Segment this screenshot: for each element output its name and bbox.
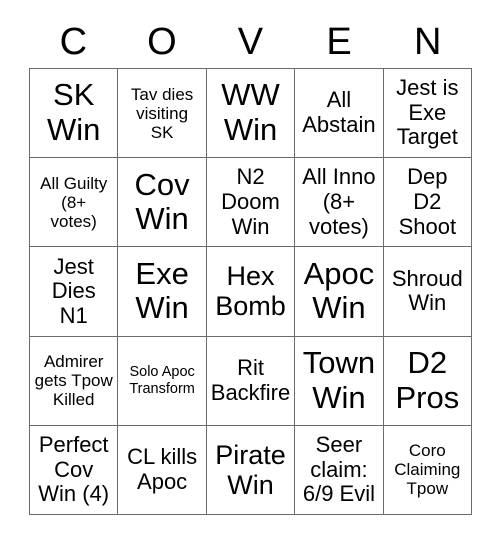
bingo-cell-r5c1[interactable]: Perfect Cov Win (4) (30, 425, 119, 515)
bingo-cell-r4c4[interactable]: Town Win (295, 336, 384, 426)
bingo-cell-r2c2[interactable]: Cov Win (118, 158, 207, 248)
bingo-grid: SK Win Tav dies visiting SK WW Win All A… (29, 68, 473, 515)
bingo-cell-r2c1[interactable]: All Guilty (8+ votes) (30, 158, 119, 248)
bingo-header-letter-4: E (326, 21, 352, 63)
bingo-cell-r5c5[interactable]: Coro Claiming Tpow (383, 425, 473, 515)
bingo-cell-label: Rit Backfire (210, 355, 291, 405)
bingo-cell-label: D2 Pros (395, 344, 460, 415)
bingo-row-4: Admirer gets Tpow Killed Solo Apoc Trans… (30, 336, 473, 426)
bingo-cell-r4c1[interactable]: Admirer gets Tpow Killed (30, 336, 119, 426)
bingo-cell-r3c2[interactable]: Exe Win (118, 247, 207, 337)
bingo-cell-label: Solo Apoc Transform (129, 364, 195, 397)
bingo-cell-r5c3[interactable]: Pirate Win (206, 425, 296, 515)
bingo-cell-r5c4[interactable]: Seer claim: 6/9 Evil (295, 425, 384, 515)
bingo-cell-label: Jest is Exe Target (396, 75, 459, 150)
bingo-cell-label: Shroud Win (391, 265, 463, 316)
bingo-cell-label: Coro Claiming Tpow (394, 441, 461, 499)
bingo-cell-r2c4[interactable]: All Inno (8+ votes) (295, 158, 384, 248)
bingo-header-row: C O V E N (29, 16, 472, 68)
bingo-cell-label: SK Win (47, 77, 101, 148)
bingo-cell-r3c4[interactable]: Apoc Win (295, 247, 384, 337)
bingo-cell-label: CL kills Apoc (127, 444, 198, 494)
bingo-cell-r1c2[interactable]: Tav dies visiting SK (118, 69, 207, 159)
bingo-header-letter-3: V (237, 21, 264, 63)
bingo-row-5: Perfect Cov Win (4) CL kills Apoc Pirate… (30, 425, 473, 515)
bingo-cell-label: Town Win (302, 344, 376, 415)
bingo-cell-label: Seer claim: 6/9 Evil (302, 431, 375, 507)
bingo-cell-label: Jest Dies N1 (51, 253, 96, 328)
bingo-cell-label: Perfect Cov Win (4) (38, 431, 110, 507)
bingo-cell-label: Hex Bomb (215, 261, 286, 322)
bingo-cell-label: Cov Win (134, 166, 190, 237)
bingo-cell-r3c3[interactable]: Hex Bomb (206, 247, 296, 337)
bingo-row-1: SK Win Tav dies visiting SK WW Win All A… (30, 69, 473, 159)
bingo-header-letter-5: N (413, 21, 442, 63)
bingo-cell-r1c4[interactable]: All Abstain (295, 69, 384, 159)
bingo-cell-label: All Inno (8+ votes) (302, 164, 376, 239)
bingo-cell-r4c2[interactable]: Solo Apoc Transform (118, 336, 207, 426)
bingo-cell-label: N2 Doom Win (221, 164, 280, 239)
bingo-cell-r4c5[interactable]: D2 Pros (383, 336, 473, 426)
bingo-cell-label: Apoc Win (303, 255, 375, 326)
bingo-header-letter-2: O (147, 21, 177, 63)
bingo-row-2: All Guilty (8+ votes) Cov Win N2 Doom Wi… (30, 158, 473, 248)
bingo-cell-label: Tav dies visiting SK (130, 84, 194, 142)
bingo-cell-r3c5[interactable]: Shroud Win (383, 247, 473, 337)
bingo-cell-r4c3[interactable]: Rit Backfire (206, 336, 296, 426)
bingo-cell-label: Pirate Win (215, 439, 286, 500)
bingo-cell-label: WW Win (221, 77, 280, 148)
bingo-cell-r2c5[interactable]: Dep D2 Shoot (383, 158, 473, 248)
bingo-cell-label: All Guilty (8+ votes) (40, 173, 108, 231)
bingo-cell-r1c1[interactable]: SK Win (30, 69, 119, 159)
bingo-cell-r2c3[interactable]: N2 Doom Win (206, 158, 296, 248)
bingo-cell-r1c5[interactable]: Jest is Exe Target (383, 69, 473, 159)
bingo-cell-label: All Abstain (302, 87, 376, 138)
bingo-cell-label: Admirer gets Tpow Killed (34, 352, 113, 410)
bingo-cell-r3c1[interactable]: Jest Dies N1 (30, 247, 119, 337)
bingo-cell-r5c2[interactable]: CL kills Apoc (118, 425, 207, 515)
bingo-cell-r1c3[interactable]: WW Win (206, 69, 296, 159)
bingo-cell-label: Exe Win (135, 255, 189, 326)
bingo-cell-label: Dep D2 Shoot (398, 164, 457, 239)
bingo-card: C O V E N SK Win Tav dies visiting SK WW… (29, 16, 473, 515)
bingo-row-3: Jest Dies N1 Exe Win Hex Bomb Apoc Win S… (30, 247, 473, 337)
bingo-header-letter-1: C (59, 21, 88, 63)
